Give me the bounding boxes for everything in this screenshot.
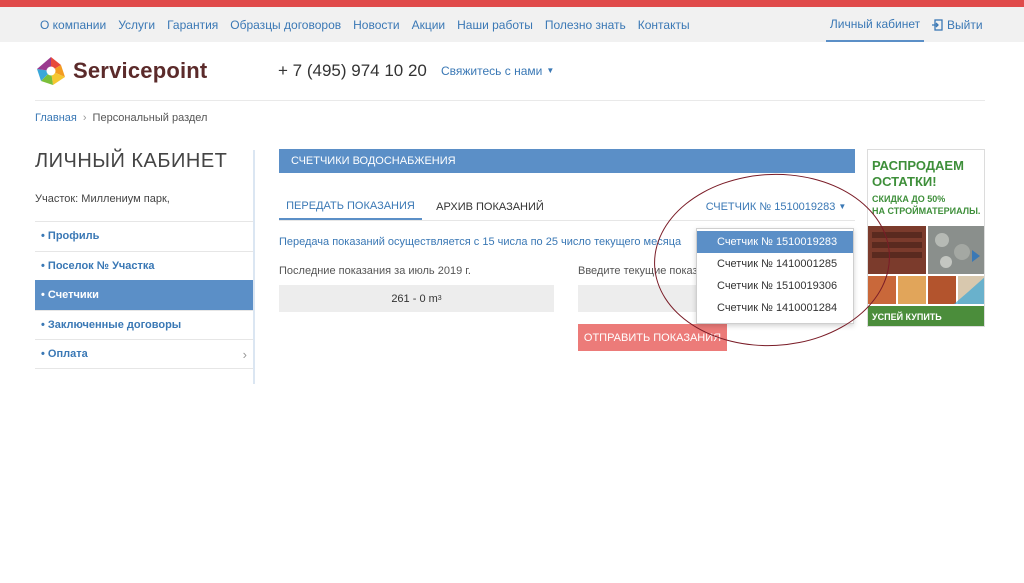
sidebar-item-profile[interactable]: • Профиль (35, 221, 253, 251)
nav-services[interactable]: Услуги (118, 18, 155, 32)
meter-option[interactable]: Счетчик № 1510019306 (697, 275, 853, 297)
nav-news[interactable]: Новости (353, 18, 399, 32)
banner-headline-line-1: РАСПРОДАЕМ (872, 158, 964, 173)
section-header: СЧЕТЧИКИ ВОДОСНАБЖЕНИЯ (279, 149, 855, 173)
unit-superscript: 3 (437, 295, 442, 302)
breadcrumb-separator-icon: › (82, 112, 87, 124)
last-readings-label: Последние показания за июль 2019 г. (279, 265, 471, 277)
tabs-divider (279, 220, 855, 221)
banner-subline-line-2: НА СТРОЙМАТЕРИАЛЫ. (872, 206, 981, 216)
tab-submit-readings[interactable]: ПЕРЕДАТЬ ПОКАЗАНИЯ (279, 193, 422, 220)
sidebar-item-settlement[interactable]: • Поселок № Участка (35, 250, 253, 281)
logout-icon (932, 18, 943, 31)
page-title: ЛИЧНЫЙ КАБИНЕТ (35, 150, 228, 172)
contact-us-dropdown[interactable]: Свяжитесь с нами ▼ (441, 64, 554, 78)
sidebar-item-payment-label: • Оплата (41, 347, 88, 360)
nav-contacts[interactable]: Контакты (638, 18, 690, 32)
phone-number: + 7 (495) 974 10 20 (278, 61, 427, 80)
banner-headline-line-2: ОСТАТКИ! (872, 174, 937, 189)
current-readings-label: Введите текущие показ (578, 265, 698, 277)
nav-warranty[interactable]: Гарантия (167, 18, 218, 32)
caret-down-icon: ▼ (838, 202, 847, 211)
current-readings-input[interactable] (578, 285, 698, 312)
meter-option[interactable]: Счетчик № 1510019283 (697, 231, 853, 253)
nav-about[interactable]: О компании (40, 18, 106, 32)
nav-useful[interactable]: Полезно знать (545, 18, 626, 32)
breadcrumb-home[interactable]: Главная (35, 112, 77, 124)
sidebar-divider (253, 150, 255, 384)
sidebar-item-meters[interactable]: • Счетчики (35, 280, 253, 310)
building-materials-image (868, 226, 984, 304)
last-readings-number: 261 - 0 m (391, 292, 438, 305)
top-navigation-bar: О компании Услуги Гарантия Образцы догов… (0, 7, 1024, 42)
meter-select-label: СЧЕТЧИК № 1510019283 (705, 200, 836, 213)
site-logo[interactable]: Servicepoint (35, 55, 207, 87)
logo-text: Servicepoint (73, 58, 208, 83)
breadcrumb-current: Персональный раздел (92, 112, 208, 124)
chevron-right-icon: › (242, 347, 247, 362)
breadcrumb: Главная › Персональный раздел (35, 112, 207, 124)
nav-our-works[interactable]: Наши работы (457, 18, 533, 32)
meter-option[interactable]: Счетчик № 1410001284 (697, 297, 853, 319)
main-menu: О компании Услуги Гарантия Образцы догов… (40, 7, 702, 42)
submit-readings-button[interactable]: ОТПРАВИТЬ ПОКАЗАНИЯ (578, 324, 727, 351)
meter-select-toggle[interactable]: СЧЕТЧИК № 1510019283 ▼ (697, 193, 855, 220)
plot-info: Участок: Миллениум парк, (35, 193, 170, 205)
nav-contract-samples[interactable]: Образцы договоров (230, 18, 341, 32)
header-divider (35, 100, 985, 101)
top-accent-strip (0, 0, 1024, 7)
banner-footer: УСПЕЙ КУПИТЬ (868, 306, 984, 326)
submission-period-note: Передача показаний осуществляется с 15 ч… (279, 236, 682, 248)
personal-account-link[interactable]: Личный кабинет (826, 7, 924, 42)
nav-promotions[interactable]: Акции (412, 18, 446, 32)
banner-subline: СКИДКА ДО 50% НА СТРОЙМАТЕРИАЛЫ. (872, 193, 980, 217)
last-readings-value: 261 - 0 m3 (279, 285, 554, 312)
banner-headline: РАСПРОДАЕМ ОСТАТКИ! (872, 158, 964, 190)
sale-banner[interactable]: РАСПРОДАЕМ ОСТАТКИ! СКИДКА ДО 50% НА СТР… (867, 149, 985, 327)
caret-down-icon: ▼ (546, 66, 555, 75)
logout-link[interactable]: Выйти (931, 7, 983, 42)
logout-label: Выйти (947, 17, 983, 32)
logo-icon (37, 57, 65, 85)
contact-us-label: Свяжитесь с нами (441, 64, 543, 78)
meter-dropdown-menu: Счетчик № 1510019283 Счетчик № 141000128… (696, 228, 854, 324)
sidebar-item-contracts[interactable]: • Заключенные договоры (35, 309, 253, 340)
banner-subline-line-1: СКИДКА ДО 50% (872, 194, 946, 204)
tab-readings-archive[interactable]: АРХИВ ПОКАЗАНИЙ (427, 193, 553, 220)
sidebar-menu: • Профиль • Поселок № Участка • Счетчики… (35, 221, 253, 369)
meter-option[interactable]: Счетчик № 1410001285 (697, 253, 853, 275)
sidebar-item-payment[interactable]: • Оплата › (35, 339, 253, 369)
